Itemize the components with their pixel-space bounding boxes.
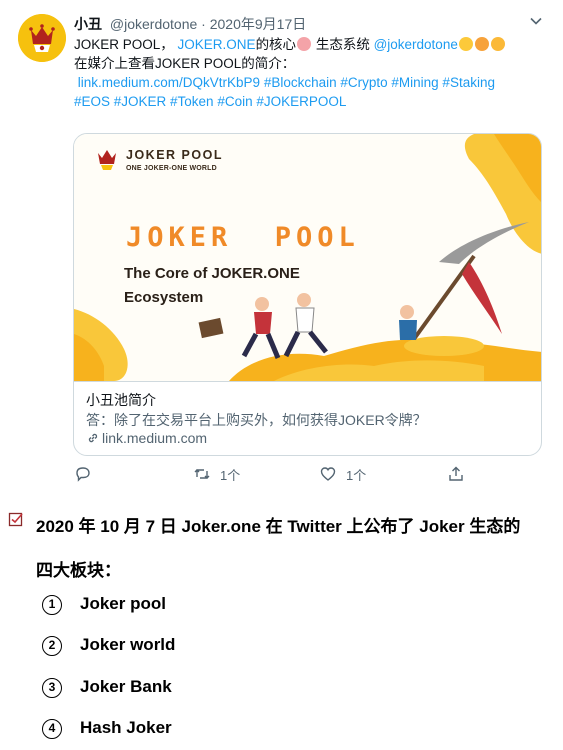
more-options-chevron-icon[interactable]	[527, 12, 545, 30]
clown-emoji-icon	[297, 37, 312, 51]
link-icon	[88, 433, 98, 443]
tweet-text-line-4: #EOS #JOKER #Token #Coin #JOKERPOOL	[74, 92, 544, 111]
joker-one-link[interactable]: JOKER.ONE	[178, 37, 256, 52]
card-domain[interactable]: link.medium.com	[86, 430, 207, 446]
list-number: 3	[42, 678, 62, 698]
display-name[interactable]: 小丑	[74, 16, 102, 32]
card-image-logo-subtext: ONE JOKER-ONE WORLD	[126, 165, 217, 172]
card-image[interactable]: JOKER POOL ONE JOKER-ONE WORLD JOKER POO…	[74, 134, 541, 381]
card-image-logo-text: JOKER POOL	[126, 148, 223, 162]
tweet-header: 小丑 @jokerdotone · 2020年9月17日	[74, 15, 306, 33]
card-domain-text: link.medium.com	[102, 430, 208, 446]
separator-dot: ·	[201, 16, 206, 32]
like-count: 1个	[346, 467, 367, 483]
retweet-count: 1个	[220, 467, 241, 483]
link-preview-card[interactable]: JOKER POOL ONE JOKER-ONE WORLD JOKER POO…	[73, 133, 542, 456]
list-item: 2 Joker world	[42, 635, 175, 659]
list-item: 4 Hash Joker	[42, 718, 172, 742]
list-label: Joker pool	[80, 594, 166, 613]
hashtags[interactable]: #EOS #JOKER #Token #Coin #JOKERPOOL	[74, 94, 346, 109]
blush-emoji-icon	[490, 37, 505, 51]
card-divider	[74, 381, 541, 382]
avatar[interactable]	[18, 14, 66, 62]
retweet-icon	[194, 469, 210, 479]
medium-link[interactable]: link.medium.com/DQkVtrKbP9	[78, 75, 260, 90]
hashtags[interactable]: #Blockchain #Crypto #Mining #Staking	[264, 75, 495, 90]
like-button[interactable]: 1个	[319, 463, 366, 485]
hearts-emoji-icon	[474, 37, 489, 51]
tweet-text-line-3: link.medium.com/DQkVtrKbP9 #Blockchain #…	[74, 73, 544, 92]
tweet-actions: 1个 1个	[74, 463, 474, 485]
list-label: Joker world	[80, 635, 176, 654]
retweet-button[interactable]: 1个	[193, 463, 240, 485]
list-item: 1 Joker pool	[42, 594, 166, 618]
card-title[interactable]: 小丑池简介	[86, 390, 156, 410]
tweet-text-part: JOKER POOL，	[74, 37, 174, 52]
list-number: 2	[42, 636, 62, 656]
list-number: 4	[42, 719, 62, 739]
reply-icon	[76, 467, 90, 482]
tweet-text-line-1: JOKER POOL， JOKER.ONE的核心 生态系统 @jokerdoto…	[74, 35, 544, 54]
card-description: 答：除了在交易平台上购买外，如何获得JOKER令牌？	[86, 412, 427, 428]
joker-crown-icon	[98, 150, 116, 170]
tweet-text: JOKER POOL， JOKER.ONE的核心 生态系统 @jokerdoto…	[74, 35, 544, 111]
list-label: Hash Joker	[80, 718, 172, 737]
article-paragraph-line-2: 四大板块：	[36, 561, 121, 580]
card-image-title: JOKER POOL	[126, 222, 360, 253]
share-icon	[449, 466, 463, 481]
tweet-date[interactable]: 2020年9月17日	[210, 16, 307, 32]
joker-crown-logo-icon	[18, 14, 66, 62]
heart-icon	[320, 467, 336, 481]
tweet-text-line-2: 在媒介上查看JOKER POOL的简介：	[74, 56, 296, 71]
list-item: 3 Joker Bank	[42, 677, 172, 701]
smile-emoji-icon	[458, 37, 473, 51]
user-handle[interactable]: @jokerdotone	[110, 16, 197, 32]
card-image-subtitle-line-2: Ecosystem	[124, 289, 204, 306]
checkbox-note-icon	[8, 512, 23, 527]
list-label: Joker Bank	[80, 677, 172, 696]
article-paragraph-line-1: 2020 年 10 月 7 日 Joker.one 在 Twitter 上公布了…	[36, 517, 521, 536]
mention-link[interactable]: @jokerdotone	[374, 37, 458, 52]
list-number: 1	[42, 595, 62, 615]
card-image-subtitle-line-1: The Core of JOKER.ONE	[124, 265, 300, 282]
tweet-text-part: 的核心	[255, 37, 297, 52]
reply-button[interactable]	[74, 463, 101, 485]
tweet-text-part: 生态系统	[312, 37, 374, 52]
tweet[interactable]: 小丑 @jokerdotone · 2020年9月17日 JOKER POOL，…	[0, 0, 563, 492]
share-button[interactable]	[447, 463, 465, 485]
